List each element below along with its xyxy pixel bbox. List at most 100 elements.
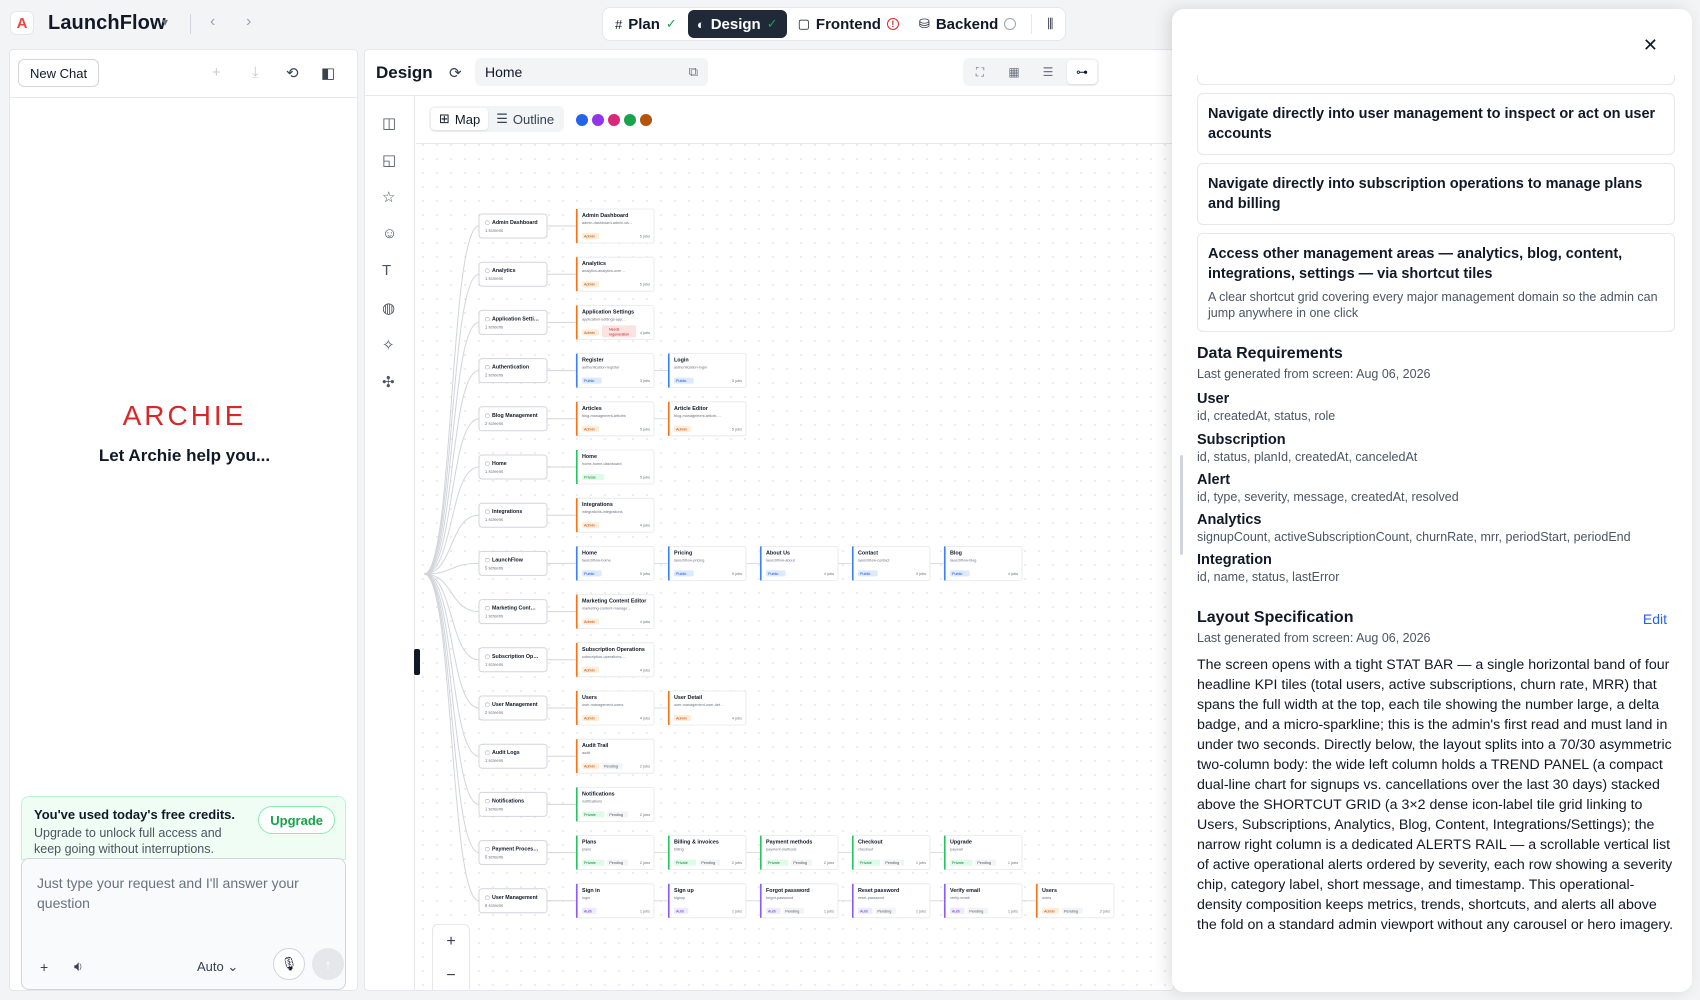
microphone-button[interactable]: 🎙︎ bbox=[273, 948, 305, 980]
screen-node[interactable]: Payment methods payment-methods Private Pen… bbox=[759, 835, 839, 870]
palette-swatch[interactable] bbox=[640, 114, 652, 126]
palette-swatch[interactable] bbox=[576, 114, 588, 126]
screen-node[interactable]: Admin Dashboard admin-dashboard-admin-da…… bbox=[575, 208, 655, 244]
speaker-icon[interactable]: 🔉︎ bbox=[74, 958, 83, 975]
palette-swatch[interactable] bbox=[624, 114, 636, 126]
group-node[interactable]: ▢ Subscription Op… 1 screens bbox=[478, 647, 548, 673]
check-icon: ✓ bbox=[766, 16, 778, 31]
chat-input[interactable]: Just type your request and I'll answer y… bbox=[21, 858, 346, 990]
screen-node[interactable]: Login authentication-login Public 3 jobs bbox=[667, 353, 747, 389]
tab-frontend[interactable]: ▢ Frontend ! bbox=[789, 10, 908, 38]
screen-node[interactable]: Forgot password forgot-password Auth Pendin… bbox=[759, 883, 839, 919]
palette-swatch[interactable] bbox=[608, 114, 620, 126]
screen-node[interactable]: Application Settings application-settings… bbox=[575, 304, 655, 340]
upgrade-button[interactable]: Upgrade bbox=[258, 806, 335, 834]
back-arrow-icon[interactable]: ‹ bbox=[210, 13, 215, 31]
screen-node[interactable]: About Us launchflow-about Public 4 jobs bbox=[759, 545, 839, 581]
site-map-canvas[interactable]: ⊞ Map ☰ Outline ▢ Admin Dashboard 1 screens A… bbox=[414, 96, 1173, 990]
tab-design[interactable]: ◐ Design ✓ bbox=[687, 10, 787, 38]
plus-icon[interactable]: + bbox=[212, 64, 221, 81]
map-view-button[interactable]: ⊞ Map bbox=[431, 108, 489, 130]
screen-node[interactable]: Reset password reset-password Auth Pending 1… bbox=[851, 883, 931, 919]
history-icon[interactable]: ⟲ bbox=[286, 64, 299, 82]
fullscreen-icon[interactable]: ⛶ bbox=[965, 60, 995, 84]
sitemap-icon[interactable]: ⊶ bbox=[1067, 60, 1097, 84]
mode-select[interactable]: Auto ⌄ bbox=[197, 959, 238, 975]
zoom-out-icon[interactable]: − bbox=[433, 959, 469, 990]
group-node[interactable]: ▢ Audit Logs 1 screens bbox=[478, 743, 548, 769]
screen-node[interactable]: Subscription Operations subscription-oper… bbox=[575, 642, 655, 678]
chevron-down-icon[interactable]: ▾ bbox=[162, 15, 168, 29]
palette-icon[interactable]: ◍ bbox=[382, 299, 395, 317]
group-node[interactable]: ▢ LaunchFlow 5 screens bbox=[478, 550, 548, 576]
tab-plan[interactable]: # Plan ✓ bbox=[606, 10, 686, 38]
grid-icon[interactable]: ▦ bbox=[999, 60, 1029, 84]
group-node[interactable]: ▢ Analytics 1 screens bbox=[478, 261, 548, 287]
screen-node[interactable]: Plans plans Private Pending 2 jobs bbox=[575, 835, 655, 870]
palette-swatch[interactable] bbox=[592, 114, 604, 126]
screen-node[interactable]: Marketing Content Editor marketing-conten… bbox=[575, 594, 655, 630]
project-name[interactable]: LaunchFlow bbox=[48, 12, 166, 35]
group-node[interactable]: ▢ Application Setti… 1 screens bbox=[478, 309, 548, 335]
screen-node[interactable]: Notifications notifications Private Pending… bbox=[575, 787, 655, 822]
screen-node[interactable]: Sign up signup Auth 1 jobs bbox=[667, 883, 747, 919]
screen-node[interactable]: Pricing launchflow-pricing Public 5 jobs bbox=[667, 545, 747, 581]
group-node[interactable]: ▢ Authentication 2 screens bbox=[478, 358, 548, 384]
screen-slug: integrations-integrations bbox=[582, 510, 623, 514]
external-link-icon[interactable]: ⧉ bbox=[689, 64, 698, 80]
sparkles-icon[interactable]: ✧ bbox=[382, 336, 395, 354]
group-node[interactable]: ▢ Marketing Cont… 1 screens bbox=[478, 599, 548, 625]
screen-node[interactable]: Integrations integrations-integrations Adm… bbox=[575, 497, 655, 533]
screen-node[interactable]: Home home-home-dashboard Private 5 jobs bbox=[575, 449, 655, 485]
group-node[interactable]: ▢ User Management 2 screens bbox=[478, 695, 548, 721]
screen-node[interactable]: Verify email verify-email Auth Pending 1 job… bbox=[943, 883, 1023, 919]
screen-node[interactable]: Articles blog-management-articles Admin 5 j… bbox=[575, 401, 655, 437]
screen-url-field[interactable]: Home ⧉ bbox=[475, 58, 708, 86]
screen-node[interactable]: Checkout checkout Private Pending 1 jobs bbox=[851, 835, 931, 870]
group-node[interactable]: ▢ User Management 6 screens bbox=[478, 888, 548, 914]
library-button[interactable]: ⫼ bbox=[1038, 10, 1062, 38]
screen-node[interactable]: Upgrade paywall Private Pending 1 jobs bbox=[943, 835, 1023, 870]
group-node[interactable]: ▢ Admin Dashboard 1 screens bbox=[478, 213, 548, 239]
screen-node[interactable]: Users user-management-users Admin 4 jobs bbox=[575, 690, 655, 726]
group-node[interactable]: ▢ Notifications 1 screens bbox=[478, 791, 548, 817]
refresh-icon[interactable]: ⟳ bbox=[449, 64, 462, 82]
screen-node[interactable]: Blog launchflow-blog Public 4 jobs bbox=[943, 545, 1023, 581]
scroll-indicator[interactable] bbox=[1180, 455, 1183, 555]
screen-node[interactable]: Billing & invoices billing Private Pending 2… bbox=[667, 835, 747, 870]
close-icon[interactable]: ✕ bbox=[1643, 35, 1658, 56]
rows-icon[interactable]: ☰ bbox=[1033, 60, 1063, 84]
screen-node[interactable]: Audit Trail audit Admin Pending 2 jobs bbox=[575, 738, 655, 774]
group-node[interactable]: ▢ Payment Proces… 5 screens bbox=[478, 840, 548, 866]
sidebar-toggle-icon[interactable]: ◫ bbox=[382, 114, 396, 132]
zoom-in-icon[interactable]: + bbox=[433, 925, 469, 959]
screen-node[interactable]: Users users Admin Pending 2 jobs bbox=[1035, 883, 1115, 919]
outline-view-button[interactable]: ☰ Outline bbox=[488, 108, 562, 130]
text-icon[interactable]: T bbox=[382, 262, 391, 279]
star-icon[interactable]: ☆ bbox=[382, 188, 395, 206]
collapse-panel-icon[interactable]: ◧ bbox=[321, 64, 335, 82]
emoji-icon[interactable]: ☺ bbox=[382, 225, 397, 242]
tab-backend[interactable]: ⛁ Backend bbox=[910, 10, 1025, 38]
forward-arrow-icon[interactable]: › bbox=[246, 13, 251, 31]
screen-node[interactable]: Sign in login Auth 1 jobs bbox=[575, 883, 655, 919]
screen-node[interactable]: Contact launchflow-contact Public 3 jobs bbox=[851, 545, 931, 581]
collapse-handle[interactable] bbox=[414, 649, 420, 675]
screen-node[interactable]: User Detail user-management-user-det… Admi… bbox=[667, 690, 747, 726]
edit-link[interactable]: Edit bbox=[1643, 611, 1667, 627]
group-node[interactable]: ▢ Blog Management 2 screens bbox=[478, 406, 548, 432]
download-icon[interactable]: ⤓ bbox=[252, 64, 259, 81]
group-node[interactable]: ▢ Integrations 1 screens bbox=[478, 502, 548, 528]
screen-node[interactable]: Analytics analytics-analytics-over… Admin 5… bbox=[575, 256, 655, 292]
entity-fields: id, createdAt, status, role bbox=[1197, 409, 1336, 423]
screen-node[interactable]: Home launchflow-home Public 5 jobs bbox=[575, 545, 655, 581]
screen-node[interactable]: Article Editor blog-management-article-… A… bbox=[667, 401, 747, 437]
group-node[interactable]: ▢ Home 1 screens bbox=[478, 454, 548, 480]
screen-node[interactable]: Register authentication-register Public 3 j… bbox=[575, 353, 655, 389]
attach-plus-icon[interactable]: + bbox=[40, 959, 48, 975]
components-icon[interactable]: ✣ bbox=[382, 373, 395, 391]
pages-icon[interactable]: ◱ bbox=[382, 151, 396, 169]
new-chat-button[interactable]: New Chat bbox=[18, 59, 100, 87]
app-logo[interactable]: A bbox=[10, 11, 34, 35]
send-button[interactable]: ↑ bbox=[312, 948, 344, 980]
